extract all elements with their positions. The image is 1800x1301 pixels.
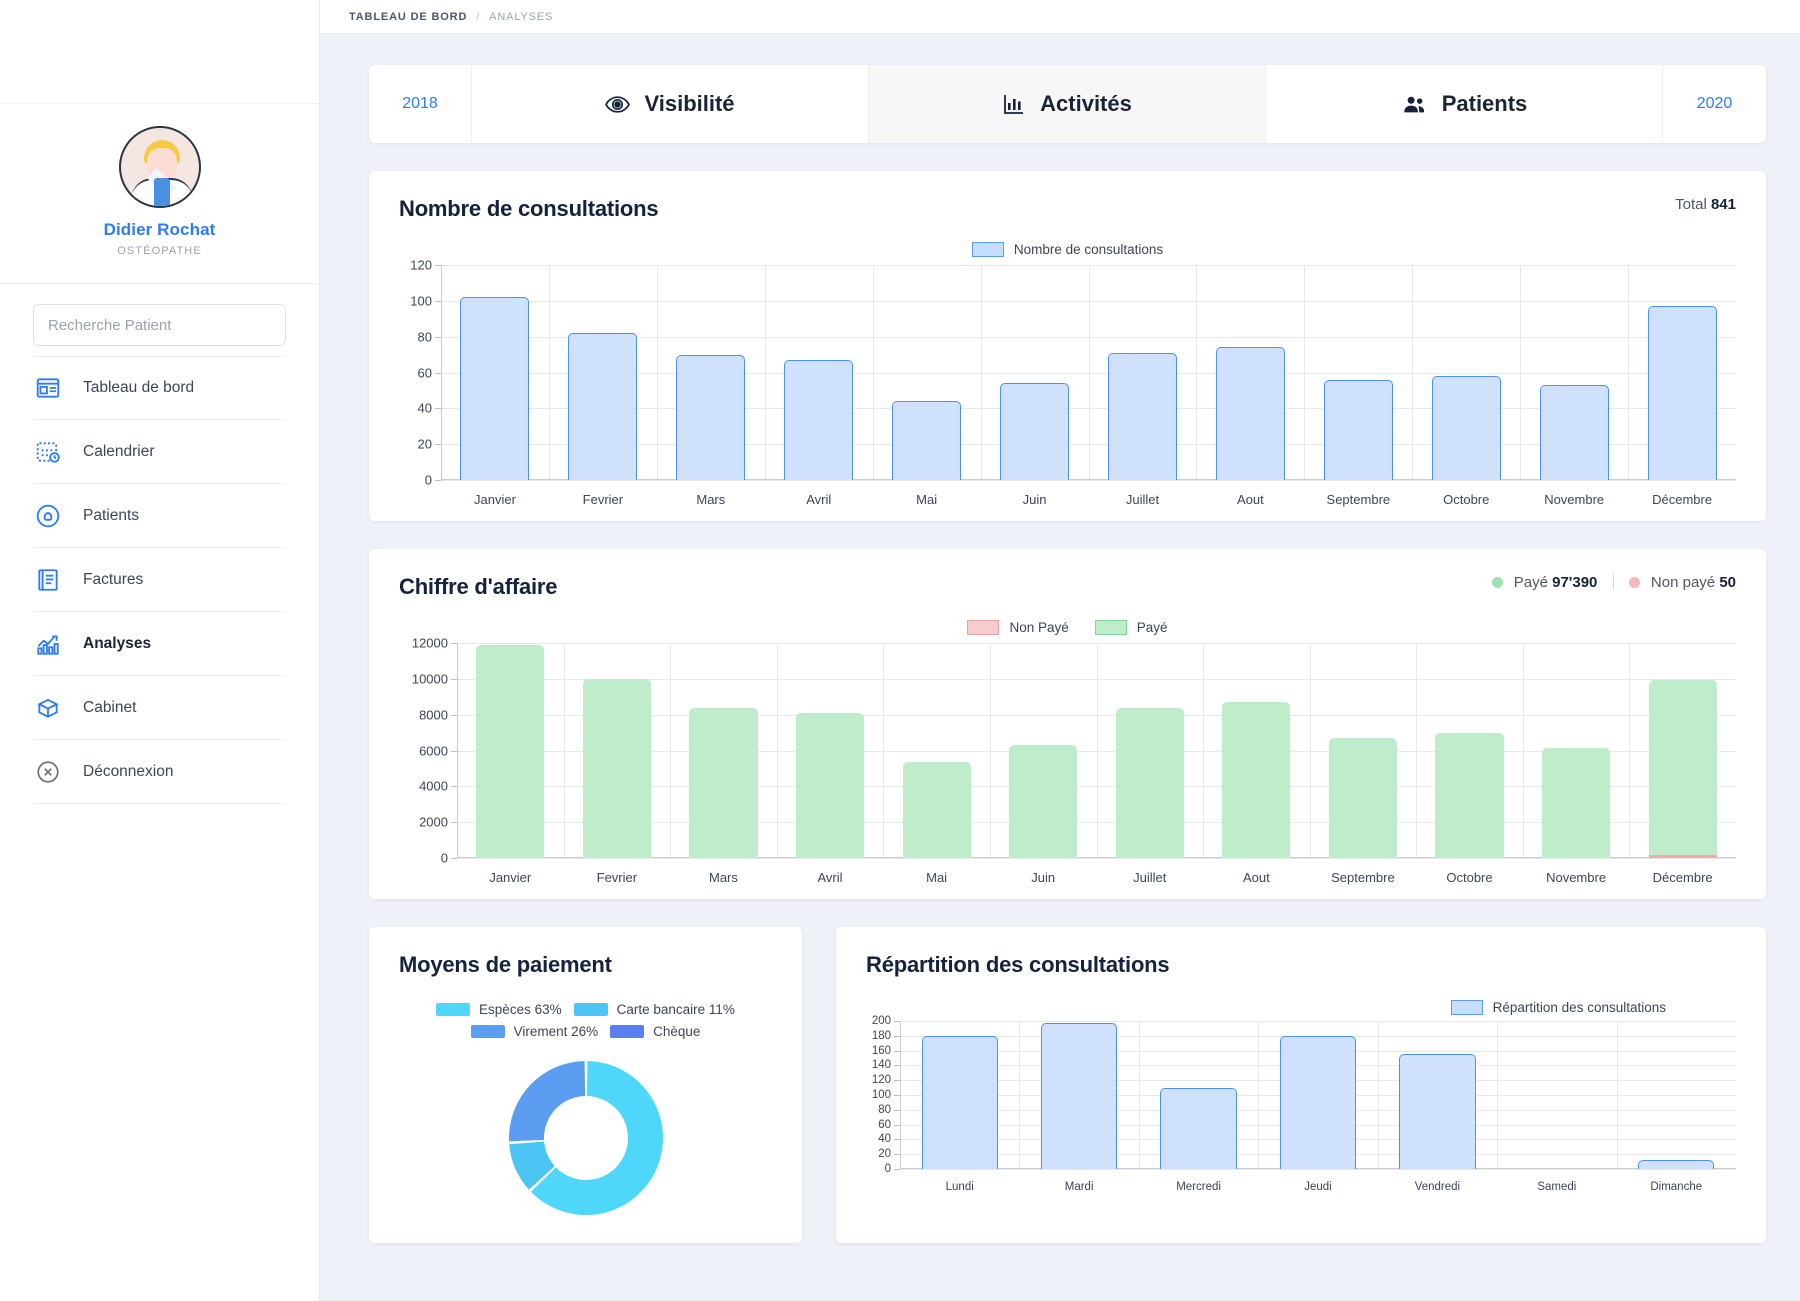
logout-icon <box>33 757 63 787</box>
tab-year-next[interactable]: 2020 <box>1663 65 1766 143</box>
calendar-clock-icon <box>33 437 63 467</box>
tab-activites[interactable]: Activités <box>869 65 1266 143</box>
tab-label: Patients <box>1441 91 1528 116</box>
chart-legend-distribution: Répartition des consultations <box>866 1000 1736 1015</box>
chart-legend-consultations: Nombre de consultations <box>399 242 1736 257</box>
card-consultations: Nombre de consultations Total 841 Nombre… <box>369 171 1766 521</box>
tab-patients[interactable]: Patients <box>1266 65 1663 143</box>
donut-chart[interactable] <box>399 1053 772 1223</box>
legend-label: Virement 26% <box>513 1024 599 1039</box>
divider <box>1612 574 1614 590</box>
revenue-title: Chiffre d'affaire <box>399 574 558 599</box>
sidebar-item-factures[interactable]: Factures <box>33 548 286 612</box>
sidebar-item-deconnexion[interactable]: Déconnexion <box>33 740 286 804</box>
box-icon <box>33 693 63 723</box>
sidebar: Didier Rochat OSTÉOPATHE Tableau de bord <box>0 0 320 1301</box>
distribution-title: Répartition des consultations <box>866 952 1170 977</box>
legend-label: Chèque <box>653 1024 701 1039</box>
sidebar-item-analyses[interactable]: Analyses <box>33 612 286 676</box>
card-distribution: Répartition des consultations Répartitio… <box>836 927 1766 1243</box>
card-revenue: Chiffre d'affaire Payé 97'390 Non payé 5… <box>369 549 1766 899</box>
breadcrumb: TABLEAU DE BORD / ANALYSES <box>320 0 1800 34</box>
bar-chart-icon <box>1002 92 1026 116</box>
chart-legend-revenue: Non Payé Payé <box>399 620 1736 635</box>
tabs-bar: 2018 Visibilité Activités Patients 2020 <box>369 65 1766 143</box>
payments-legend: Espèces 63% Carte bancaire 11% Virement … <box>399 1002 772 1039</box>
sidebar-item-calendrier[interactable]: Calendrier <box>33 420 286 484</box>
dashboard-icon <box>33 373 63 403</box>
chart-revenue[interactable]: 0 2000 4000 6000 8000 10000 12000 Janvier Fevrie… <box>399 636 1736 885</box>
eye-icon <box>605 92 631 117</box>
search-input[interactable] <box>33 304 286 346</box>
legend-swatch <box>573 1003 608 1016</box>
tab-label: Activités <box>1040 91 1132 116</box>
consultations-total: Total 841 <box>1675 196 1736 213</box>
sidebar-item-label: Factures <box>83 570 144 588</box>
chart-distribution[interactable]: 0 20 40 60 80 100 120 140 160 180 200 Lundi Mardi Mer… <box>866 1015 1736 1193</box>
sidebar-item-cabinet[interactable]: Cabinet <box>33 676 286 740</box>
legend-swatch <box>470 1025 505 1038</box>
tab-year-prev[interactable]: 2018 <box>369 65 472 143</box>
unpaid-value: 50 <box>1719 574 1736 591</box>
legend-swatch <box>967 620 1000 635</box>
breadcrumb-root[interactable]: TABLEAU DE BORD <box>349 11 467 23</box>
chart-consultations[interactable]: 0 20 40 60 80 100 120 Janvier Fevrier Mars Avril Ma… <box>399 258 1736 507</box>
sidebar-item-label: Patients <box>83 506 140 524</box>
sidebar-item-label: Calendrier <box>83 442 155 460</box>
sidebar-item-label: Cabinet <box>83 698 137 716</box>
legend-label: Nombre de consultations <box>1013 242 1164 257</box>
revenue-summary: Payé 97'390 Non payé 50 <box>1491 574 1736 591</box>
sidebar-item-tableau-de-bord[interactable]: Tableau de bord <box>33 356 286 420</box>
sidebar-top-spacer <box>0 0 319 104</box>
tab-visibilite[interactable]: Visibilité <box>472 65 869 143</box>
legend-label: Carte bancaire 11% <box>616 1002 735 1017</box>
unpaid-dot <box>1628 577 1640 588</box>
legend-label: Espèces 63% <box>479 1002 562 1017</box>
legend-label: Non Payé <box>1009 620 1069 635</box>
main-content: TABLEAU DE BORD / ANALYSES 2018 Visibili… <box>320 0 1800 1301</box>
sidebar-item-label: Déconnexion <box>83 762 174 780</box>
bottom-row: Moyens de paiement Espèces 63% Carte ban… <box>369 927 1766 1243</box>
paid-value: 97'390 <box>1552 574 1598 591</box>
avatar <box>118 126 201 208</box>
app-root: Didier Rochat OSTÉOPATHE Tableau de bord <box>0 0 1800 1301</box>
page-title: Nombre de consultations <box>399 196 659 221</box>
legend-swatch <box>436 1003 471 1016</box>
profile-role: OSTÉOPATHE <box>117 245 202 257</box>
search-container <box>0 284 319 356</box>
patient-icon <box>33 501 63 531</box>
breadcrumb-current: ANALYSES <box>489 10 554 23</box>
sidebar-item-patients[interactable]: Patients <box>33 484 286 548</box>
sidebar-item-label: Tableau de bord <box>83 379 195 396</box>
breadcrumb-separator: / <box>476 10 481 23</box>
legend-label: Payé <box>1136 620 1168 635</box>
user-profile: Didier Rochat OSTÉOPATHE <box>0 104 319 284</box>
page-scroll: 2018 Visibilité Activités Patients 2020 … <box>320 34 1800 1301</box>
sidebar-item-label: Analyses <box>83 634 152 652</box>
tab-label: Visibilité <box>644 91 735 116</box>
card-payments: Moyens de paiement Espèces 63% Carte ban… <box>369 927 802 1243</box>
paid-label: Payé <box>1513 574 1548 591</box>
legend-swatch <box>610 1025 645 1038</box>
legend-label: Répartition des consultations <box>1492 1000 1666 1015</box>
legend-swatch <box>1094 620 1127 635</box>
paid-dot <box>1491 577 1503 588</box>
legend-swatch <box>971 242 1004 257</box>
total-label: Total <box>1675 196 1707 213</box>
unpaid-label: Non payé <box>1650 574 1716 591</box>
invoice-icon <box>33 565 63 595</box>
profile-name: Didier Rochat <box>103 220 216 239</box>
total-value: 841 <box>1710 196 1736 213</box>
payments-title: Moyens de paiement <box>399 952 612 977</box>
people-icon <box>1401 91 1428 118</box>
analytics-icon <box>33 629 63 659</box>
sidebar-nav: Tableau de bord Calendrier Patients Fact… <box>0 356 319 804</box>
legend-swatch <box>1450 1000 1483 1015</box>
